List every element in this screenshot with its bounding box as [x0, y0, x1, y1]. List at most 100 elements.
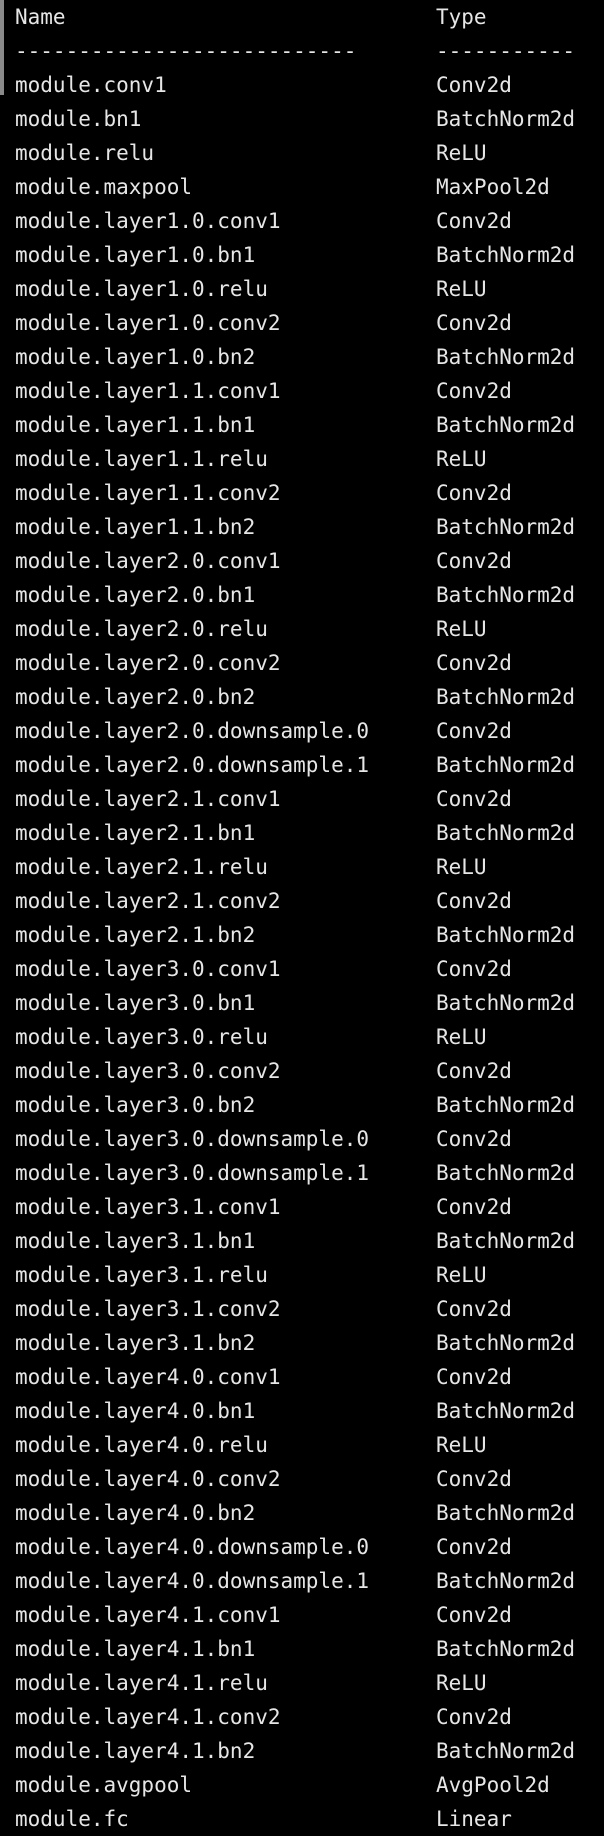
- module-type: BatchNorm2d: [436, 1637, 576, 1661]
- module-type: ReLU: [436, 447, 487, 471]
- table-row: module.conv1 Conv2d: [15, 68, 604, 102]
- module-name: module.layer2.0.downsample.0: [15, 719, 370, 743]
- module-type: Conv2d: [436, 1127, 512, 1151]
- module-name: module.avgpool: [15, 1773, 193, 1797]
- module-type: BatchNorm2d: [436, 685, 576, 709]
- table-row: module.layer1.0.relu ReLU: [15, 272, 604, 306]
- table-row: module.layer4.1.relu ReLU: [15, 1666, 604, 1700]
- table-row: module.layer3.0.bn2 BatchNorm2d: [15, 1088, 604, 1122]
- module-name: module.layer3.1.bn2: [15, 1331, 256, 1355]
- module-type: BatchNorm2d: [436, 515, 576, 539]
- module-name: module.layer3.0.bn2: [15, 1093, 256, 1117]
- module-name: module.layer3.0.downsample.0: [15, 1127, 370, 1151]
- table-row: module.layer3.1.bn2 BatchNorm2d: [15, 1326, 604, 1360]
- module-name: module.layer4.0.conv2: [15, 1467, 281, 1491]
- table-header: Name Type: [15, 0, 604, 34]
- table-row: module.layer3.1.bn1 BatchNorm2d: [15, 1224, 604, 1258]
- module-name: module.layer4.0.bn2: [15, 1501, 256, 1525]
- header-rule: --------------------------- -----------: [15, 34, 604, 68]
- module-name: module.layer1.0.relu: [15, 277, 268, 301]
- module-name: module.layer2.1.bn2: [15, 923, 256, 947]
- module-name: module.layer3.1.bn1: [15, 1229, 256, 1253]
- module-type: BatchNorm2d: [436, 1331, 576, 1355]
- module-name: module.layer2.0.relu: [15, 617, 268, 641]
- module-type: BatchNorm2d: [436, 583, 576, 607]
- module-name: module.layer2.1.conv1: [15, 787, 281, 811]
- module-type: BatchNorm2d: [436, 1739, 576, 1763]
- table-row: module.layer4.0.conv2 Conv2d: [15, 1462, 604, 1496]
- module-name: module.relu: [15, 141, 155, 165]
- module-name: module.layer1.1.relu: [15, 447, 268, 471]
- module-type: Conv2d: [436, 1535, 512, 1559]
- module-name: module.layer4.1.conv2: [15, 1705, 281, 1729]
- module-name: module.layer3.0.relu: [15, 1025, 268, 1049]
- module-name: module.layer1.0.conv2: [15, 311, 281, 335]
- table-row: module.layer3.0.downsample.1 BatchNorm2d: [15, 1156, 604, 1190]
- header-name: Name: [15, 5, 66, 29]
- module-name: module.layer3.0.conv1: [15, 957, 281, 981]
- module-name: module.layer1.1.bn2: [15, 515, 256, 539]
- table-row: module.layer2.0.conv2 Conv2d: [15, 646, 604, 680]
- module-type: BatchNorm2d: [436, 753, 576, 777]
- module-type: BatchNorm2d: [436, 923, 576, 947]
- module-name: module.layer2.0.bn1: [15, 583, 256, 607]
- table-row: module.layer2.0.downsample.0 Conv2d: [15, 714, 604, 748]
- table-row: module.layer2.0.conv1 Conv2d: [15, 544, 604, 578]
- module-type: BatchNorm2d: [436, 821, 576, 845]
- module-type: BatchNorm2d: [436, 991, 576, 1015]
- table-row: module.avgpool AvgPool2d: [15, 1768, 604, 1802]
- module-name: module.layer4.0.conv1: [15, 1365, 281, 1389]
- table-row: module.layer4.1.conv2 Conv2d: [15, 1700, 604, 1734]
- table-row: module.layer3.0.relu ReLU: [15, 1020, 604, 1054]
- module-type: Conv2d: [436, 1195, 512, 1219]
- module-type: Conv2d: [436, 1297, 512, 1321]
- table-row: module.layer2.1.bn1 BatchNorm2d: [15, 816, 604, 850]
- module-name: module.layer1.0.conv1: [15, 209, 281, 233]
- module-name: module.layer1.1.conv2: [15, 481, 281, 505]
- type-rule: -----------: [436, 39, 576, 63]
- module-type: BatchNorm2d: [436, 345, 576, 369]
- module-name: module.fc: [15, 1807, 129, 1831]
- table-row: module.layer2.1.bn2 BatchNorm2d: [15, 918, 604, 952]
- module-name: module.layer4.0.bn1: [15, 1399, 256, 1423]
- module-name: module.layer2.1.conv2: [15, 889, 281, 913]
- table-row: module.layer1.1.conv2 Conv2d: [15, 476, 604, 510]
- module-type: Conv2d: [436, 651, 512, 675]
- module-type: AvgPool2d: [436, 1773, 550, 1797]
- module-type: BatchNorm2d: [436, 107, 576, 131]
- module-type: Conv2d: [436, 311, 512, 335]
- module-type: ReLU: [436, 141, 487, 165]
- module-type: Conv2d: [436, 1467, 512, 1491]
- table-row: module.layer3.1.relu ReLU: [15, 1258, 604, 1292]
- scrollbar-edge[interactable]: [0, 0, 4, 95]
- table-row: module.layer1.0.bn2 BatchNorm2d: [15, 340, 604, 374]
- module-name: module.layer1.0.bn2: [15, 345, 256, 369]
- module-type: ReLU: [436, 1025, 487, 1049]
- table-row: module.layer4.1.bn2 BatchNorm2d: [15, 1734, 604, 1768]
- table-row: module.layer1.1.relu ReLU: [15, 442, 604, 476]
- module-name: module.layer3.1.relu: [15, 1263, 268, 1287]
- table-row: module.layer4.1.bn1 BatchNorm2d: [15, 1632, 604, 1666]
- module-type: BatchNorm2d: [436, 1569, 576, 1593]
- module-name: module.layer2.0.conv2: [15, 651, 281, 675]
- module-name: module.layer3.1.conv2: [15, 1297, 281, 1321]
- module-type: ReLU: [436, 1433, 487, 1457]
- module-type: BatchNorm2d: [436, 1399, 576, 1423]
- module-name: module.layer4.0.downsample.0: [15, 1535, 370, 1559]
- module-type: Linear: [436, 1807, 512, 1831]
- module-type: Conv2d: [436, 73, 512, 97]
- module-name: module.layer2.1.bn1: [15, 821, 256, 845]
- module-type: BatchNorm2d: [436, 1229, 576, 1253]
- module-name: module.layer4.1.bn2: [15, 1739, 256, 1763]
- table-row: module.layer4.0.conv1 Conv2d: [15, 1360, 604, 1394]
- table-row: module.layer4.1.conv1 Conv2d: [15, 1598, 604, 1632]
- table-row: module.layer3.1.conv1 Conv2d: [15, 1190, 604, 1224]
- module-name: module.layer4.1.relu: [15, 1671, 268, 1695]
- module-type: BatchNorm2d: [436, 1501, 576, 1525]
- table-row: module.layer2.0.bn2 BatchNorm2d: [15, 680, 604, 714]
- module-type: BatchNorm2d: [436, 413, 576, 437]
- module-type: ReLU: [436, 1263, 487, 1287]
- table-row: module.layer3.0.conv1 Conv2d: [15, 952, 604, 986]
- module-type: Conv2d: [436, 787, 512, 811]
- module-name: module.layer3.1.conv1: [15, 1195, 281, 1219]
